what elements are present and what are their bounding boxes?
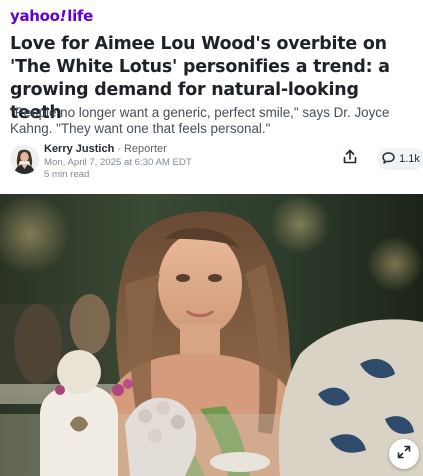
byline-separator: · [117, 143, 121, 155]
read-time: 5 min read [44, 169, 90, 180]
expand-icon [397, 445, 411, 464]
author-info: Kerry Justich · Reporter Mon, April 7, 202… [44, 143, 192, 181]
author-name[interactable]: Kerry Justich [44, 143, 114, 155]
author-avatar[interactable] [10, 145, 39, 174]
share-button[interactable] [337, 148, 363, 170]
comment-count: 1.1k [399, 153, 420, 165]
logo-bang: ! [59, 7, 67, 25]
expand-image-button[interactable] [389, 439, 419, 469]
article-hero-image[interactable] [0, 194, 423, 476]
author-line: Kerry Justich · Reporter [44, 143, 192, 156]
comment-icon [382, 151, 395, 167]
publish-date: Mon, April 7, 2025 at 6:30 AM EDT [44, 157, 192, 168]
share-icon [343, 149, 357, 169]
byline: Kerry Justich · Reporter Mon, April 7, 202… [10, 143, 423, 181]
article-subhead: "People no longer want a generic, perfec… [10, 105, 390, 136]
yahoo-life-logo[interactable]: yahoo! life [10, 7, 93, 25]
logo-suffix: life [67, 7, 94, 25]
comments-button[interactable]: 1.1k [377, 148, 423, 170]
logo-prefix: yahoo [10, 7, 60, 25]
author-role: Reporter [123, 143, 167, 155]
